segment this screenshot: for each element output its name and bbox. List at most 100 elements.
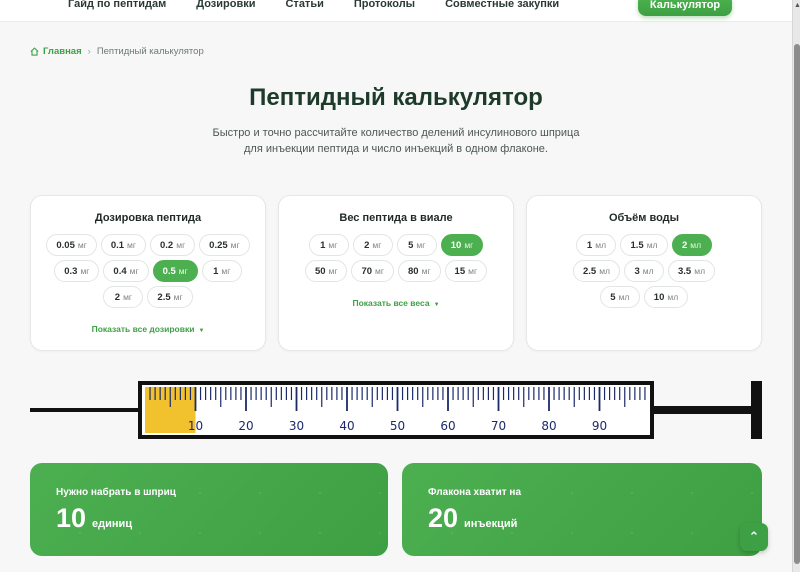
chip-value: 5: [408, 239, 414, 251]
syringe-scale-label: 10: [188, 419, 203, 433]
dose-card: Дозировка пептида 0.05 мг 0.1 мг 0.2 мг 0.25 мг…: [30, 195, 266, 351]
chip-value: 70: [361, 265, 373, 277]
dose-option-chip[interactable]: 0.5 мг: [152, 260, 198, 282]
syringe-scale-label: 50: [390, 419, 405, 433]
subtitle-line-1: Быстро и точно рассчитайте количество де…: [212, 127, 580, 139]
scrollbar-thumb[interactable]: [794, 44, 800, 564]
scroll-up-arrow-icon[interactable]: ▲: [794, 2, 800, 9]
dose-option-chip[interactable]: 0.2 мг: [150, 234, 196, 256]
breadcrumb-separator: ›: [87, 46, 91, 57]
syringe-plunger-handle: [751, 381, 762, 439]
show-all-doses-link[interactable]: Показать все дозировки ▼: [31, 324, 265, 334]
chip-unit: мг: [176, 240, 186, 250]
calculator-nav-button[interactable]: Калькулятор: [638, 0, 732, 16]
water-option-chip[interactable]: 10 мл: [643, 286, 689, 308]
chip-unit: мл: [694, 266, 706, 276]
chip-unit: мг: [372, 240, 382, 250]
chip-unit: мг: [127, 240, 136, 250]
water-option-chip[interactable]: 2.5 мл: [572, 260, 620, 282]
nav-link-dosages[interactable]: Дозировки: [196, 0, 255, 10]
chip-value: 2: [114, 291, 121, 303]
top-navigation: Гайд по пептидам Дозировки Статьи Проток…: [0, 0, 792, 22]
chip-unit: мг: [80, 266, 90, 276]
subtitle-line-2: для инъекции пептида и число инъекций в …: [244, 143, 548, 155]
dose-option-chip[interactable]: 0.4 мг: [103, 260, 149, 282]
chip-unit: мг: [178, 266, 188, 276]
water-card-title: Объём воды: [608, 212, 680, 224]
dose-option-chip[interactable]: 2 мг: [103, 286, 144, 308]
vial-option-chip[interactable]: 15 мг: [444, 260, 488, 282]
injections-result-unit: инъекций: [464, 518, 518, 530]
chip-value: 0.2: [160, 239, 174, 251]
chip-unit: мг: [230, 240, 240, 250]
vial-option-chip[interactable]: 1 мг: [308, 234, 349, 256]
units-result-unit: единиц: [92, 518, 133, 530]
water-option-chip[interactable]: 5 мл: [599, 286, 640, 308]
water-options: 1 мл 1.5 мл 2 мл 2.5 мл 3 мл 3.5 мл 5 мл 10 мл: [551, 234, 737, 308]
show-all-weights-link[interactable]: Показать все веса ▼: [279, 298, 513, 308]
water-option-chip[interactable]: 1 мл: [576, 234, 617, 256]
units-result-value-row: 10 единиц: [56, 503, 132, 534]
chevron-up-icon: ⌃: [748, 529, 760, 544]
caret-down-icon: ▼: [433, 302, 440, 308]
vial-option-chip[interactable]: 70 мг: [351, 260, 394, 282]
injections-result-card: Флакона хватит на 20 инъекций: [402, 463, 762, 556]
chip-value: 50: [314, 265, 326, 277]
page-scrollbar[interactable]: ▲: [792, 0, 800, 572]
water-option-chip[interactable]: 3.5 мл: [668, 260, 716, 282]
chip-value: 80: [408, 265, 419, 277]
nav-links: Гайд по пептидам Дозировки Статьи Проток…: [68, 0, 589, 10]
chip-value: 2.5: [157, 291, 171, 303]
vial-option-chip[interactable]: 80 мг: [398, 260, 441, 282]
units-result-number: 10: [56, 503, 87, 533]
syringe-scale-label: 60: [440, 419, 455, 433]
units-result-card: Нужно набрать в шприц 10 единиц: [30, 463, 388, 556]
syringe-needle: [30, 408, 142, 412]
water-option-chip[interactable]: 3 мл: [624, 260, 664, 282]
breadcrumb-home-link[interactable]: Главная: [30, 46, 82, 57]
chip-unit: мг: [129, 266, 139, 276]
show-all-weights-label: Показать все веса: [352, 298, 430, 308]
nav-link-group-buys[interactable]: Совместные закупки: [445, 0, 559, 10]
dose-option-chip[interactable]: 1 мг: [201, 260, 242, 282]
vial-option-chip[interactable]: 10 мг: [440, 234, 484, 256]
page-title: Пептидный калькулятор: [249, 84, 543, 111]
dose-option-chip[interactable]: 0.25 мг: [199, 234, 250, 256]
vial-option-chip[interactable]: 5 мг: [396, 234, 437, 256]
vial-card: Вес пептида в виале 1 мг 2 мг 5 мг 10 мг 50 мг 70 м…: [278, 195, 514, 351]
chip-value: 0.4: [113, 265, 127, 277]
dose-option-chip[interactable]: 2.5 мг: [147, 286, 193, 308]
chip-unit: мл: [646, 240, 658, 250]
syringe-scale-label: 40: [339, 419, 354, 433]
chip-unit: мл: [667, 292, 679, 302]
scroll-to-top-button[interactable]: ⌃: [740, 523, 768, 551]
show-all-doses-label: Показать все дозировки: [91, 324, 195, 334]
syringe-scale-label: 90: [592, 419, 607, 433]
syringe-graphic: 10 20 30 40 50 60 70 80 90: [30, 381, 762, 439]
chip-value: 2: [364, 239, 370, 251]
chip-value: 2.5: [582, 265, 597, 277]
page-subtitle: Быстро и точно рассчитайте количество де…: [0, 125, 792, 157]
caret-down-icon: ▼: [198, 328, 205, 334]
dose-option-chip[interactable]: 0.1 мг: [100, 234, 146, 256]
dose-option-chip[interactable]: 0.05 мг: [46, 234, 97, 256]
nav-link-articles[interactable]: Статьи: [285, 0, 323, 10]
chip-value: 0.5: [162, 265, 176, 277]
chip-value: 0.1: [110, 239, 125, 251]
vial-option-chip[interactable]: 2 мг: [352, 234, 393, 256]
chip-value: 1: [213, 265, 219, 277]
dose-option-chip[interactable]: 0.3 мг: [54, 260, 100, 282]
vial-option-chip[interactable]: 50 мг: [304, 260, 348, 282]
units-result-label: Нужно набрать в шприц: [56, 487, 176, 498]
syringe-scale-label: 20: [238, 419, 253, 433]
chip-unit: мг: [77, 240, 87, 250]
water-option-chip[interactable]: 1.5 мл: [620, 234, 668, 256]
nav-link-protocols[interactable]: Протоколы: [354, 0, 415, 10]
water-option-chip[interactable]: 2 мл: [671, 234, 712, 256]
water-card: Объём воды 1 мл 1.5 мл 2 мл 2.5 мл 3 мл 3.5 мл 5 мл 10…: [526, 195, 762, 351]
nav-link-guide[interactable]: Гайд по пептидам: [68, 0, 166, 10]
syringe-plunger-rod: [650, 406, 752, 414]
chip-unit: мг: [221, 266, 231, 276]
chip-unit: мл: [599, 266, 610, 276]
syringe-visual: 10 20 30 40 50 60 70 80 90: [0, 378, 792, 442]
